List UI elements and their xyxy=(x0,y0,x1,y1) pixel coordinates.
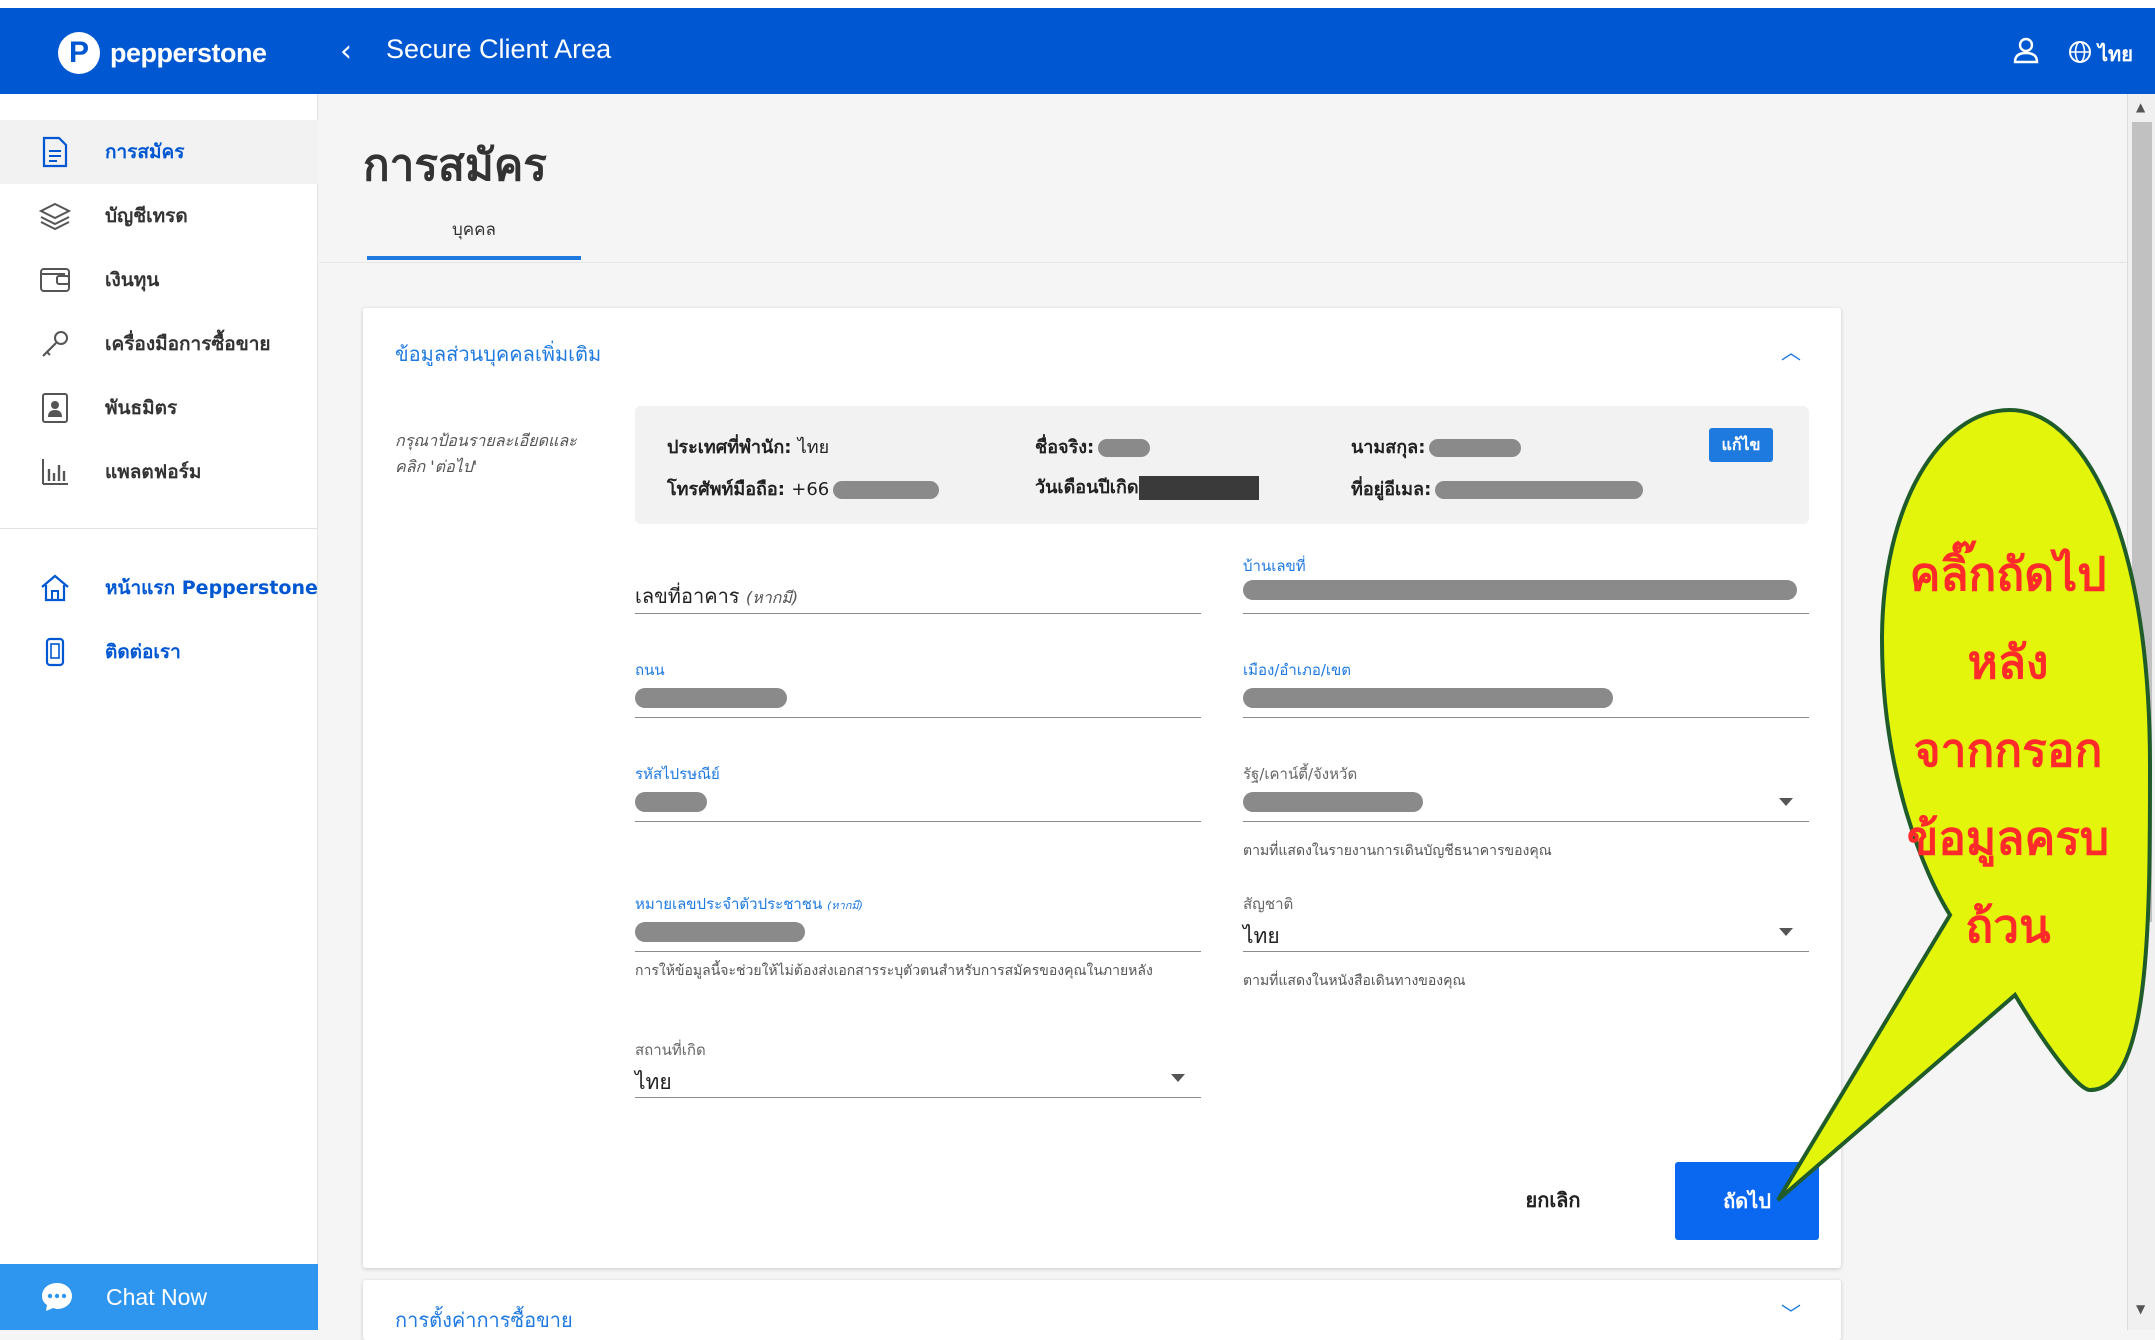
wallet-icon xyxy=(38,263,72,297)
redacted-value xyxy=(635,688,787,708)
summary-dob: วันเดือนปีเกิด xyxy=(1035,472,1259,501)
summary-panel: ประเทศที่พำนัก: ไทย ชื่อจริง: นามสกุล: โ… xyxy=(635,406,1809,524)
state-helper-text: ตามที่แสดงในรายงานการเดินบัญชีธนาคารของค… xyxy=(1243,843,1552,859)
building-number-field[interactable]: เลขที่อาคาร (หากมี) xyxy=(635,554,1201,614)
user-icon[interactable] xyxy=(2010,34,2042,66)
cancel-button[interactable]: ยกเลิก xyxy=(1503,1176,1603,1224)
summary-first-name: ชื่อจริง: xyxy=(1035,432,1151,461)
street-field[interactable]: ถนน xyxy=(635,658,1201,718)
phone-icon xyxy=(38,635,72,669)
layers-icon xyxy=(38,199,72,233)
sidebar-item-application[interactable]: การสมัคร xyxy=(0,120,318,184)
bar-chart-icon xyxy=(38,455,72,489)
sidebar-link-contact[interactable]: ติดต่อเรา xyxy=(0,620,318,684)
redacted-value xyxy=(1435,481,1644,499)
contact-card-icon xyxy=(38,391,72,425)
sidebar: การสมัคร บัญชีเทรด เงินทุน เครื่องมือการ… xyxy=(0,94,318,1330)
sidebar-item-funds[interactable]: เงินทุน xyxy=(0,248,318,312)
trading-settings-card[interactable]: การตั้งค่าการซื้อขาย ﹀ xyxy=(363,1280,1841,1340)
summary-last-name: นามสกุล: xyxy=(1351,432,1522,461)
sidebar-item-label: แพลตฟอร์ม xyxy=(105,461,202,483)
nationality-helper-text: ตามที่แสดงในหนังสือเดินทางของคุณ xyxy=(1243,973,1466,989)
state-select[interactable]: รัฐ/เคาน์ตี้/จังหวัด xyxy=(1243,762,1809,822)
instruction-text: กรุณาป้อนรายละเอียดและคลิก 'ต่อไป' xyxy=(395,431,577,476)
redacted-value xyxy=(1138,476,1259,500)
chat-bubble-icon xyxy=(42,1283,72,1311)
sidebar-link-label: ติดต่อเรา xyxy=(105,641,181,663)
back-chevron-icon[interactable]: ‹ xyxy=(340,34,352,69)
redacted-value xyxy=(1243,792,1423,812)
national-id-label: หมายเลขประจำตัวประชาชน (หากมี) xyxy=(635,895,863,913)
section-title[interactable]: ข้อมูลส่วนบุคคลเพิ่มเติม xyxy=(395,338,601,370)
sidebar-item-label: เงินทุน xyxy=(105,269,160,291)
summary-country: ประเทศที่พำนัก: ไทย xyxy=(667,437,830,458)
chat-now-button[interactable]: Chat Now xyxy=(0,1264,318,1330)
pepperstone-logo-icon: P xyxy=(58,32,100,74)
sidebar-link-home[interactable]: หน้าแรก Pepperstone xyxy=(0,556,318,620)
active-tab-indicator xyxy=(367,256,581,260)
redacted-value xyxy=(1243,688,1613,708)
section-title: การตั้งค่าการซื้อขาย xyxy=(395,1308,573,1332)
top-header: P pepperstone ‹ Secure Client Area ไทย xyxy=(0,8,2155,94)
birthplace-select[interactable]: สถานที่เกิด ไทย xyxy=(635,1038,1201,1098)
top-strip xyxy=(0,0,2155,8)
summary-email: ที่อยู่อีเมล: xyxy=(1351,474,1644,503)
sidebar-link-label: หน้าแรก Pepperstone xyxy=(105,577,318,599)
sidebar-item-trading-tools[interactable]: เครื่องมือการซื้อขาย xyxy=(0,312,318,376)
personal-info-card: ข้อมูลส่วนบุคคลเพิ่มเติม ︿ กรุณาป้อนรายล… xyxy=(363,308,1841,1268)
language-selector[interactable]: ไทย xyxy=(2098,38,2133,70)
nationality-select[interactable]: สัญชาติ ไทย xyxy=(1243,892,1809,952)
redacted-value xyxy=(635,922,805,942)
sidebar-item-trading-accounts[interactable]: บัญชีเทรด xyxy=(0,184,318,248)
header-title: Secure Client Area xyxy=(386,34,612,64)
chat-now-label: Chat Now xyxy=(106,1283,207,1310)
redacted-value xyxy=(1098,439,1151,457)
page-title: การสมัคร xyxy=(363,140,547,191)
summary-mobile: โทรศัพท์มือถือ: +66 xyxy=(667,474,940,503)
chevron-down-icon[interactable]: ﹀ xyxy=(1781,1298,1801,1327)
document-icon xyxy=(38,135,72,169)
brand-logo[interactable]: P pepperstone xyxy=(58,32,267,74)
redacted-value xyxy=(1243,580,1797,600)
key-icon xyxy=(38,327,72,361)
brand-name: pepperstone xyxy=(110,37,267,68)
dropdown-caret-icon xyxy=(1779,928,1793,936)
callout-text: คลิ๊กถัดไป หลัง จากกรอก ข้อมูลครบ ถ้วน xyxy=(1906,547,2110,953)
national-id-field[interactable]: หมายเลขประจำตัวประชาชน (หากมี) xyxy=(635,892,1201,952)
redacted-value xyxy=(635,792,707,812)
next-button[interactable]: ถัดไป xyxy=(1675,1162,1819,1240)
redacted-value xyxy=(833,481,940,499)
sidebar-item-label: พันธมิตร xyxy=(105,397,178,419)
sidebar-item-partners[interactable]: พันธมิตร xyxy=(0,376,318,440)
scroll-up-icon[interactable]: ▲ xyxy=(2136,100,2145,114)
redacted-value xyxy=(1429,439,1522,457)
city-field[interactable]: เมือง/อำเภอ/เขต xyxy=(1243,658,1809,718)
sidebar-item-label: การสมัคร xyxy=(105,141,185,163)
national-id-helper-text: การให้ข้อมูลนี้จะช่วยให้ไม่ต้องส่งเอกสาร… xyxy=(635,963,1153,979)
building-placeholder: เลขที่อาคาร (หากมี) xyxy=(635,584,799,608)
edit-button[interactable]: แก้ไข xyxy=(1709,428,1773,462)
dropdown-caret-icon xyxy=(1171,1074,1185,1082)
globe-icon[interactable] xyxy=(2068,40,2092,64)
main-content: การสมัคร บุคคล ข้อมูลส่วนบุคคลเพิ่มเติม … xyxy=(319,94,2127,1340)
dropdown-caret-icon xyxy=(1779,798,1793,806)
scroll-down-icon[interactable]: ▼ xyxy=(2136,1302,2145,1316)
home-icon xyxy=(38,571,72,605)
sidebar-item-platforms[interactable]: แพลตฟอร์ม xyxy=(0,440,318,504)
postcode-field[interactable]: รหัสไปรษณีย์ xyxy=(635,762,1201,822)
tab-divider xyxy=(319,262,2127,263)
sidebar-divider xyxy=(0,528,318,529)
house-number-field[interactable]: บ้านเลขที่ xyxy=(1243,554,1809,614)
chevron-up-icon[interactable]: ︿ xyxy=(1781,336,1801,365)
tab-individual[interactable]: บุคคล xyxy=(367,216,581,258)
sidebar-item-label: เครื่องมือการซื้อขาย xyxy=(105,333,271,355)
sidebar-item-label: บัญชีเทรด xyxy=(105,205,188,227)
